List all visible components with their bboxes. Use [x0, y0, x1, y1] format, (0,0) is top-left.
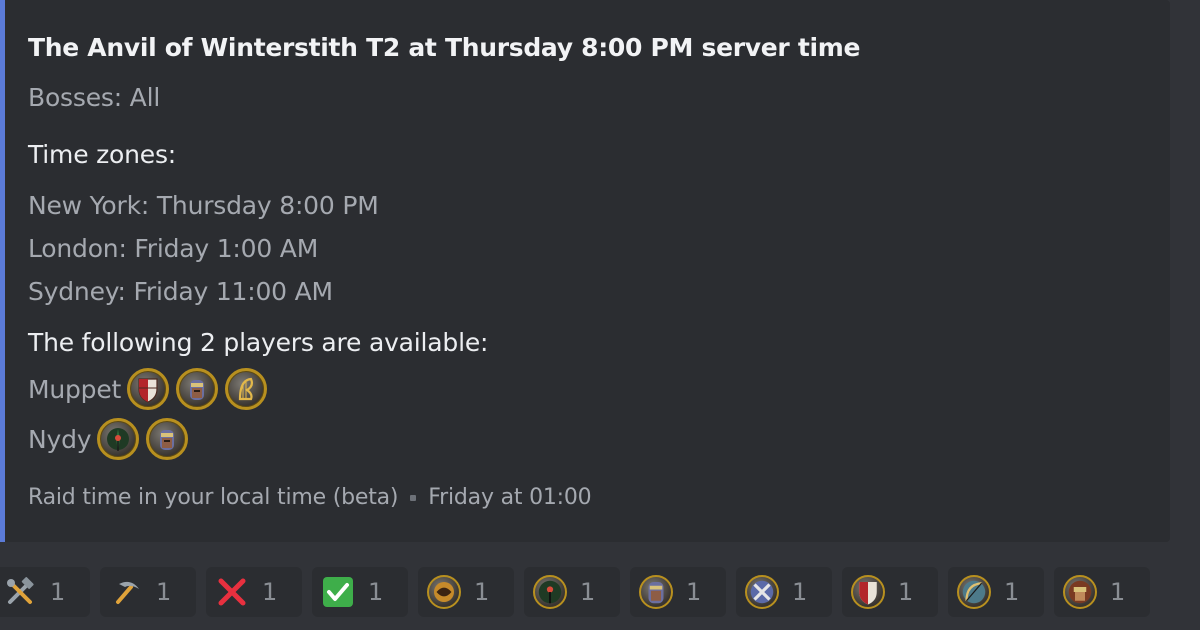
reaction-warden-class[interactable]: 1	[1054, 567, 1150, 617]
guardian-helm-icon	[146, 418, 189, 460]
embed-body: The Anvil of Winterstith T2 at Thursday …	[28, 28, 1150, 514]
player-row-nydy: Nydy	[28, 414, 1150, 464]
embed-footer: Raid time in your local time (beta) Frid…	[28, 482, 1150, 514]
minstrel-harp-icon	[225, 368, 268, 410]
footer-local-time: Friday at 01:00	[428, 485, 592, 510]
reaction-rune-keeper-class[interactable]: 1	[524, 567, 620, 617]
timezone-sydney: Sydney: Friday 11:00 AM	[28, 277, 333, 306]
hunter-class-icon	[956, 574, 992, 610]
reaction-guardian-class[interactable]: 1	[630, 567, 726, 617]
reaction-cross-mark[interactable]: 1	[206, 567, 302, 617]
reaction-count: 1	[156, 578, 172, 606]
bosses-field: Bosses: All	[28, 83, 161, 112]
reaction-count: 1	[792, 578, 808, 606]
reactions-bar: 1 1 1 1 1 1 1 1 1 1 1	[0, 567, 1160, 617]
timezone-london: London: Friday 1:00 AM	[28, 234, 319, 263]
reaction-count: 1	[1004, 578, 1020, 606]
burglar-class-icon	[426, 574, 462, 610]
reaction-count: 1	[50, 578, 66, 606]
reaction-hammer-wrench[interactable]: 1	[0, 567, 90, 617]
captain-shield-icon	[127, 368, 170, 410]
reaction-burglar-class[interactable]: 1	[418, 567, 514, 617]
cross-mark-icon	[214, 574, 250, 610]
timezones-heading: Time zones:	[28, 140, 177, 169]
embed-title: The Anvil of Winterstith T2 at Thursday …	[28, 33, 861, 62]
pick-icon	[108, 574, 144, 610]
guardian-helm-icon	[176, 368, 219, 410]
check-mark-icon	[320, 574, 356, 610]
reaction-count: 1	[898, 578, 914, 606]
reaction-pick[interactable]: 1	[100, 567, 196, 617]
rune-keeper-icon	[97, 418, 140, 460]
reaction-count: 1	[262, 578, 278, 606]
reaction-count: 1	[580, 578, 596, 606]
hammer-wrench-icon	[2, 574, 38, 610]
rune-keeper-class-icon	[532, 574, 568, 610]
reaction-champion-class[interactable]: 1	[736, 567, 832, 617]
champion-class-icon	[744, 574, 780, 610]
reaction-count: 1	[368, 578, 384, 606]
player-name: Nydy	[28, 424, 92, 454]
reaction-count: 1	[686, 578, 702, 606]
captain-class-icon	[850, 574, 886, 610]
reaction-hunter-class[interactable]: 1	[948, 567, 1044, 617]
footer-separator	[410, 495, 417, 501]
players-heading: The following 2 players are available:	[28, 328, 489, 357]
reaction-count: 1	[1110, 578, 1126, 606]
guardian-class-icon	[638, 574, 674, 610]
reaction-count: 1	[474, 578, 490, 606]
footer-text: Raid time in your local time (beta)	[28, 485, 399, 510]
timezone-new-york: New York: Thursday 8:00 PM	[28, 191, 379, 220]
raid-embed: The Anvil of Winterstith T2 at Thursday …	[0, 0, 1170, 542]
discord-message: The Anvil of Winterstith T2 at Thursday …	[0, 0, 1200, 630]
reaction-captain-class[interactable]: 1	[842, 567, 938, 617]
player-name: Muppet	[28, 374, 122, 404]
player-row-muppet: Muppet	[28, 364, 1150, 414]
reaction-check-mark[interactable]: 1	[312, 567, 408, 617]
warden-class-icon	[1062, 574, 1098, 610]
